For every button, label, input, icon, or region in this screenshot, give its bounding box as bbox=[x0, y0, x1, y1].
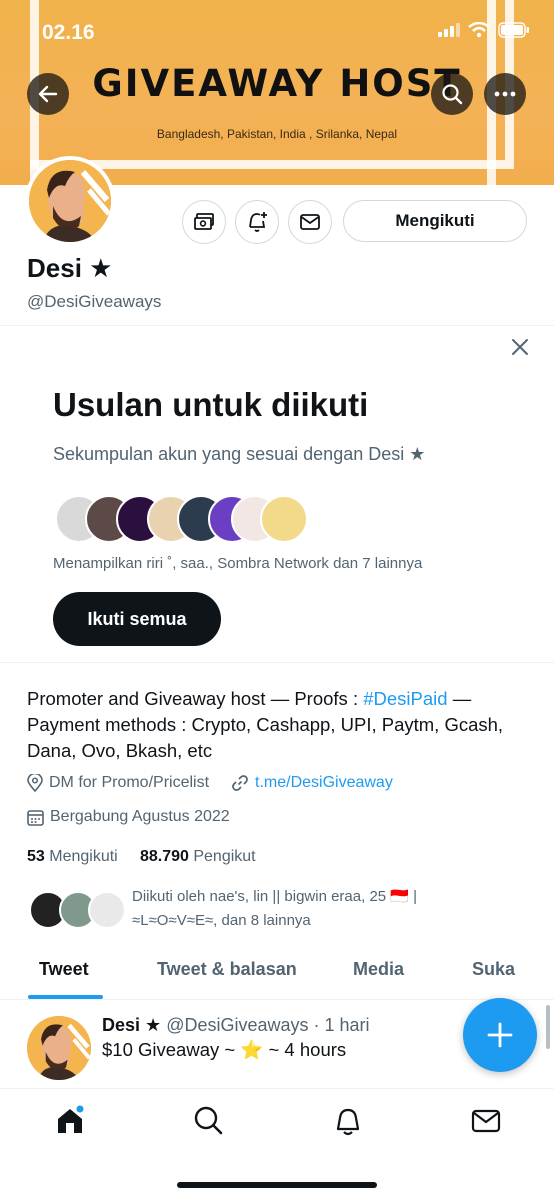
follow-stats: 53 Mengikuti 88.790 Pengikut bbox=[27, 848, 256, 866]
compose-tweet-button[interactable] bbox=[463, 998, 537, 1072]
bell-icon bbox=[336, 1108, 360, 1136]
suggestions-title: Usulan untuk diikuti bbox=[53, 386, 369, 423]
profile-avatar[interactable] bbox=[25, 156, 115, 246]
tweet-avatar[interactable] bbox=[27, 1016, 91, 1080]
bio-text: Promoter and Giveaway host — Proofs : bbox=[27, 688, 364, 709]
avatar-illustration bbox=[27, 1016, 91, 1080]
followers-label: Pengikut bbox=[193, 848, 256, 865]
bio-line: Payment methods : Crypto, Cashapp, UPI, … bbox=[27, 714, 504, 735]
status-icons bbox=[438, 22, 530, 38]
bio-line: Promoter and Giveaway host — Proofs : #D… bbox=[27, 686, 527, 712]
envelope-icon bbox=[300, 214, 320, 230]
profile-handle: @DesiGiveaways bbox=[27, 292, 162, 311]
join-date-text: Bergabung Agustus 2022 bbox=[50, 808, 230, 825]
bio-text: — bbox=[447, 688, 472, 709]
nav-notifications[interactable] bbox=[332, 1105, 364, 1137]
calendar-icon bbox=[27, 809, 44, 826]
following-button[interactable]: Mengikuti bbox=[343, 200, 527, 242]
following-count: 53 bbox=[27, 848, 45, 865]
following-label: Mengikuti bbox=[49, 848, 118, 865]
battery-icon bbox=[498, 22, 529, 38]
followers-stat[interactable]: 88.790 Pengikut bbox=[140, 848, 256, 865]
nav-messages[interactable] bbox=[470, 1105, 502, 1137]
more-icon bbox=[494, 91, 516, 97]
location: DM for Promo/Pricelist bbox=[27, 774, 209, 792]
followed-by-line: ≈L≈O≈V≈E≈, dan 8 lainnya bbox=[132, 912, 311, 929]
tweet-author-name[interactable]: Desi ★ bbox=[102, 1015, 161, 1035]
divider bbox=[0, 999, 554, 1000]
envelope-icon bbox=[471, 1109, 501, 1133]
scrollbar[interactable] bbox=[546, 1005, 550, 1049]
tab-media[interactable]: Media bbox=[353, 959, 404, 980]
link-icon bbox=[232, 775, 248, 791]
wifi-icon bbox=[468, 22, 490, 38]
location-pin-icon bbox=[27, 774, 43, 792]
followed-by-line: Diikuti oleh nae's, lin || bigwin eraa, … bbox=[132, 888, 418, 905]
signal-icon bbox=[438, 23, 460, 37]
suggestions-subtitle: Sekumpulan akun yang sesuai dengan Desi … bbox=[53, 444, 426, 464]
tweet-meta: @DesiGiveaways · 1 hari bbox=[166, 1015, 370, 1035]
website[interactable]: t.me/DesiGiveaway bbox=[231, 774, 393, 792]
tab-likes[interactable]: Suka bbox=[472, 959, 515, 980]
bio-line: Dana, Ovo, Bkash, etc bbox=[27, 740, 213, 761]
close-icon bbox=[512, 339, 528, 355]
profile-name: Desi ★ bbox=[27, 253, 113, 283]
plus-icon bbox=[487, 1022, 513, 1048]
nav-home[interactable] bbox=[54, 1105, 86, 1137]
tab-tweet-replies[interactable]: Tweet & balasan bbox=[157, 959, 297, 980]
bell-plus-icon bbox=[249, 212, 267, 232]
suggested-avatar bbox=[260, 495, 308, 543]
home-indicator[interactable] bbox=[177, 1182, 377, 1188]
search-icon bbox=[194, 1106, 223, 1135]
following-stat[interactable]: 53 Mengikuti bbox=[27, 848, 118, 865]
home-icon bbox=[58, 1105, 84, 1133]
banner-subtitle: Bangladesh, Pakistan, India , Srilanka, … bbox=[156, 127, 398, 141]
avatar-illustration bbox=[29, 160, 111, 242]
followers-count: 88.790 bbox=[139, 848, 189, 865]
hashtag-link[interactable]: #DesiPaid bbox=[363, 688, 447, 709]
arrow-left-icon bbox=[38, 85, 58, 103]
join-date: Bergabung Agustus 2022 bbox=[27, 808, 230, 826]
tab-tweet[interactable]: Tweet bbox=[39, 959, 89, 980]
follower-avatar bbox=[88, 891, 126, 929]
more-button[interactable] bbox=[484, 73, 526, 115]
suggestions-names: Menampilkan riri ˚, saa., Sombra Network… bbox=[53, 555, 423, 572]
money-icon bbox=[194, 213, 214, 230]
tweet-header: Desi ★ @DesiGiveaways · 1 hari bbox=[102, 1015, 370, 1036]
status-time: 02.16 bbox=[42, 21, 95, 44]
close-suggestions-button[interactable] bbox=[508, 335, 532, 359]
message-button[interactable] bbox=[288, 200, 332, 244]
tip-button[interactable] bbox=[182, 200, 226, 244]
back-button[interactable] bbox=[27, 73, 69, 115]
website-link[interactable]: t.me/DesiGiveaway bbox=[255, 774, 393, 792]
followed-by-text[interactable]: Diikuti oleh nae's, lin || bigwin eraa, … bbox=[132, 885, 532, 933]
nav-search[interactable] bbox=[193, 1105, 225, 1137]
follow-all-button[interactable]: Ikuti semua bbox=[53, 592, 221, 646]
search-icon bbox=[442, 84, 463, 105]
search-button[interactable] bbox=[431, 73, 473, 115]
notifications-button[interactable] bbox=[235, 200, 279, 244]
location-text: DM for Promo/Pricelist bbox=[49, 774, 210, 791]
tweet-text[interactable]: $10 Giveaway ~ ⭐ ~ 4 hours bbox=[102, 1039, 346, 1061]
